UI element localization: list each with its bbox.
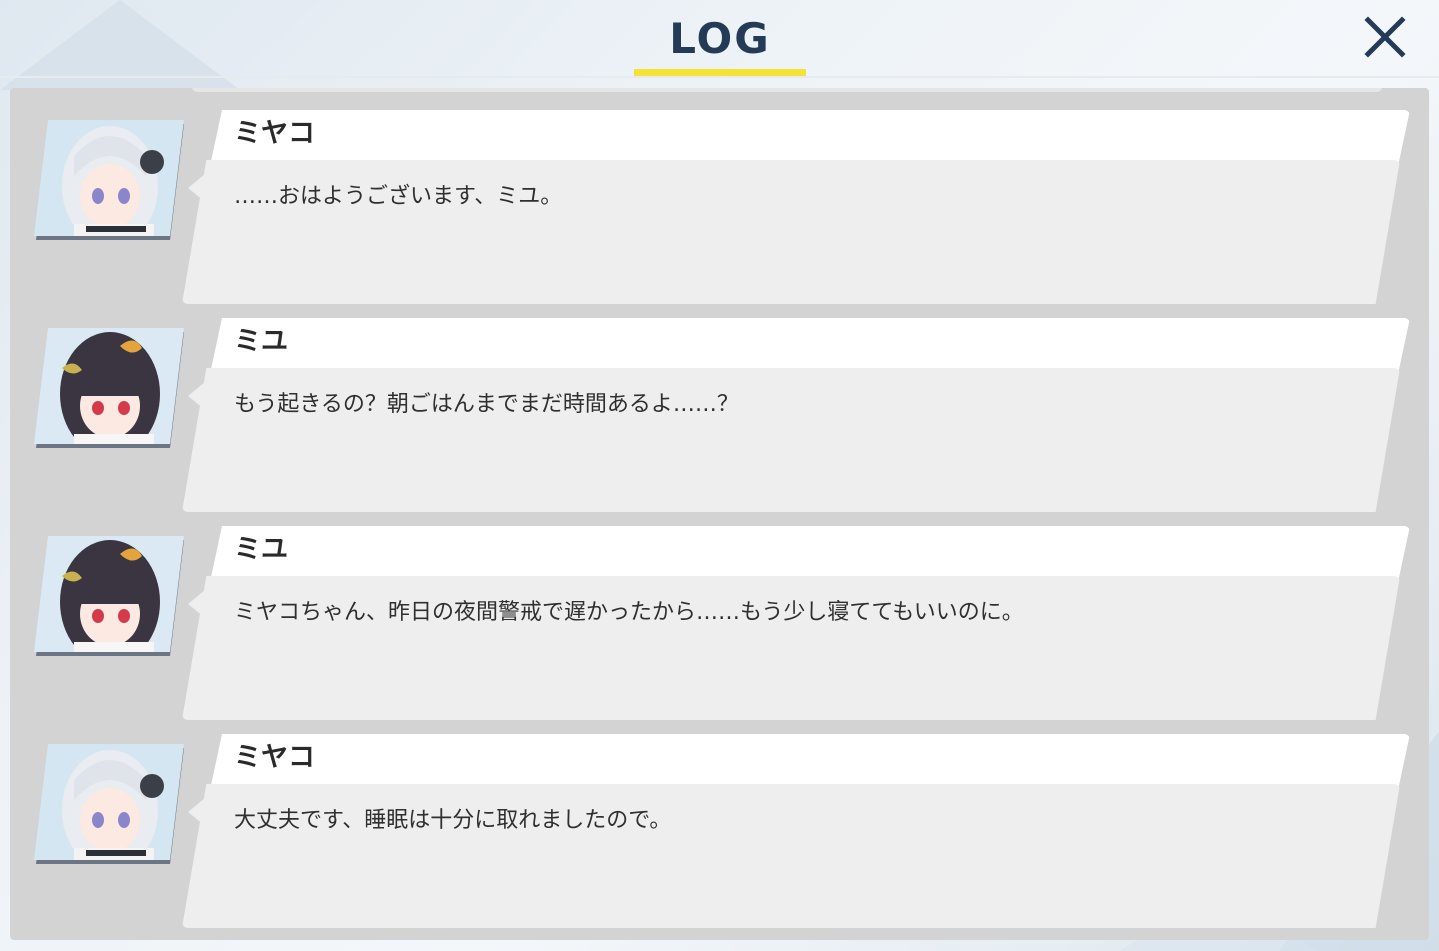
log-entry: ミヤコ 大丈夫です、睡眠は十分に取れましたので。 (10, 712, 1429, 928)
dialogue-text: ……おはようございます、ミユ。 (234, 184, 563, 209)
speaker-name: ミヤコ (234, 742, 315, 773)
speaker-name-bar (210, 526, 1410, 582)
dialogue-text: もう起きるの？朝ごはんまでまだ時間あるよ……？ (234, 392, 739, 417)
dialogue-text: 大丈夫です、睡眠は十分に取れましたので。 (234, 808, 672, 833)
log-entry: ミユ もう起きるの？朝ごはんまでまだ時間あるよ……？ (10, 296, 1429, 512)
speaker-name: ミヤコ (234, 118, 315, 149)
speaker-portrait (34, 532, 184, 656)
log-entry: ミヤコ ……おはようございます、ミユ。 (10, 88, 1429, 304)
log-header: LOG (0, 0, 1439, 78)
speaker-name: ミユ (234, 534, 288, 565)
close-icon (1364, 16, 1406, 58)
speaker-name-bar (210, 110, 1410, 166)
speaker-name-bar (210, 318, 1410, 374)
speaker-portrait (34, 740, 184, 864)
dialogue-tail (188, 170, 210, 206)
speaker-portrait (34, 324, 184, 448)
speaker-name: ミユ (234, 326, 288, 357)
close-button[interactable] (1356, 8, 1414, 66)
dialogue-tail (188, 794, 210, 830)
log-entry: ミユ ミヤコちゃん、昨日の夜間警戒で遅かったから……もう少し寝ててもいいのに。 (10, 504, 1429, 720)
dialogue-tail (188, 378, 210, 414)
dialogue-text: ミヤコちゃん、昨日の夜間警戒で遅かったから……もう少し寝ててもいいのに。 (234, 600, 1024, 625)
log-list[interactable]: ミヤコ ……おはようございます、ミユ。 ミユ もう起きるの？朝ごはんまでまだ時間… (10, 88, 1429, 940)
header-divider (0, 76, 1439, 78)
page-title: LOG (669, 14, 771, 63)
title-underline (634, 69, 806, 76)
speaker-portrait (34, 116, 184, 240)
dialogue-tail (188, 586, 210, 622)
speaker-name-bar (210, 734, 1410, 790)
